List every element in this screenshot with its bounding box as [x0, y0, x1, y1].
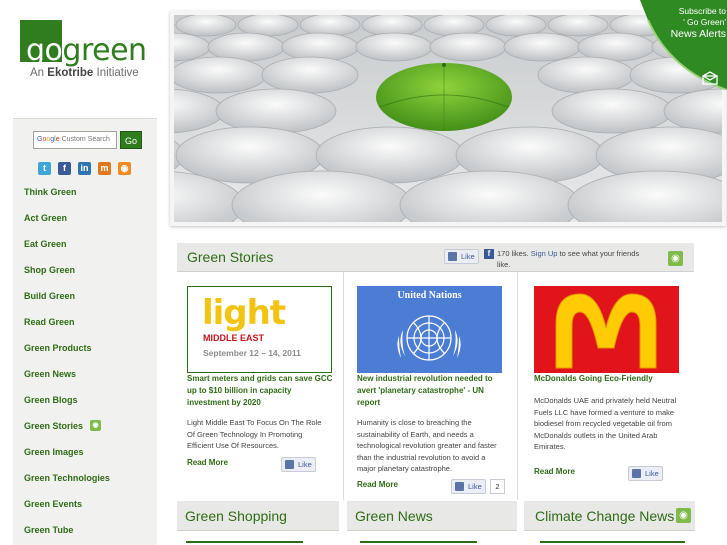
un-emblem-icon	[397, 315, 461, 361]
nav-item-green-images[interactable]: Green Images	[24, 444, 110, 470]
climate-change-news-header: Climate Change News	[524, 501, 695, 531]
story-card: light MIDDLE EAST September 12 – 14, 201…	[187, 275, 337, 500]
nav-item-green-news[interactable]: Green News	[24, 366, 110, 392]
white-umbrella	[429, 32, 507, 62]
facebook-likes-text: 170 likes. Sign Up to see what your frie…	[497, 249, 640, 269]
white-umbrella	[551, 88, 673, 134]
green-news-header: Green News	[347, 501, 517, 531]
story-image-mcdonalds[interactable]	[534, 286, 679, 373]
nav-item-green-stories[interactable]: Green Stories ◉	[24, 418, 110, 444]
white-umbrella	[215, 88, 337, 134]
nav-item-think-green[interactable]: Think Green	[24, 184, 110, 210]
facebook-icon: f	[484, 249, 494, 259]
mcdonalds-arches-logo	[555, 293, 657, 369]
nav-item-green-products[interactable]: Green Products	[24, 340, 110, 366]
nav-item-build-green[interactable]: Build Green	[24, 288, 110, 314]
facebook-like-button[interactable]: Like	[451, 479, 486, 494]
white-umbrella	[174, 56, 267, 94]
white-umbrella	[281, 32, 359, 62]
facebook-like-button[interactable]: Like	[444, 249, 479, 264]
green-shopping-title[interactable]: Green Shopping	[185, 508, 287, 524]
facebook-like-button[interactable]: Like	[628, 466, 663, 481]
white-umbrella	[355, 32, 433, 62]
mail-icon[interactable]	[702, 71, 718, 85]
logo-tagline: An Ekotribe Initiative	[30, 67, 139, 79]
green-umbrella	[376, 63, 512, 131]
climate-change-news-title[interactable]: Climate Change News	[535, 508, 674, 524]
story-summary: McDonalds UAE and privately held Neutral…	[534, 396, 677, 451]
rss-icon[interactable]: ◉	[668, 251, 683, 266]
read-more-link[interactable]: Read More	[534, 467, 575, 476]
facebook-icon[interactable]: f	[58, 162, 71, 175]
facebook-like-button[interactable]: Like	[281, 457, 316, 472]
nav-item-green-events[interactable]: Green Events	[24, 496, 110, 522]
page: gogreen An Ekotribe Initiative Google Cu…	[0, 0, 727, 545]
white-umbrella	[503, 32, 581, 62]
logo-wordmark: gogreen	[26, 33, 147, 68]
nav-item-green-technologies[interactable]: Green Technologies	[24, 470, 110, 496]
search-go-button[interactable]: Go	[120, 131, 142, 149]
green-shopping-header: Green Shopping	[177, 501, 339, 531]
story-title[interactable]: McDonalds Going Eco-Friendly	[534, 373, 679, 385]
white-umbrella	[175, 15, 237, 37]
twitter-icon[interactable]: t	[38, 162, 51, 175]
read-more-link[interactable]: Read More	[187, 458, 228, 467]
read-more-link[interactable]: Read More	[357, 480, 398, 489]
gogreen-logo[interactable]: gogreen An Ekotribe Initiative	[20, 20, 160, 90]
story-image-light-middle-east[interactable]: light MIDDLE EAST September 12 – 14, 201…	[187, 286, 332, 373]
nav-item-green-tube[interactable]: Green Tube	[24, 522, 110, 545]
story-title[interactable]: Smart meters and grids can save GCC up t…	[187, 373, 335, 409]
tab-content-edge	[186, 541, 303, 545]
facebook-signup-link[interactable]: Sign Up	[531, 249, 558, 258]
white-umbrella	[537, 56, 635, 94]
green-stories-title[interactable]: Green Stories	[187, 249, 273, 265]
story-summary: Humanity is close to breaching the susta…	[357, 418, 497, 473]
green-news-title[interactable]: Green News	[355, 508, 433, 524]
myspace-icon[interactable]: m	[98, 162, 111, 175]
search-input[interactable]: Google Custom Search	[33, 131, 117, 149]
nav-item-shop-green[interactable]: Shop Green	[24, 262, 110, 288]
social-icons: t f in m ◉	[38, 162, 131, 176]
sidebar: Google Custom Search Go t f in m ◉ Think…	[13, 118, 157, 545]
story-card: United Nations New industrial revolution…	[357, 275, 507, 500]
rss-icon[interactable]: ◉	[676, 508, 691, 523]
story-title[interactable]: New industrial revolution needed to aver…	[357, 373, 499, 409]
sidebar-nav: Think Green Act Green Eat Green Shop Gre…	[24, 184, 110, 545]
linkedin-icon[interactable]: in	[78, 162, 91, 175]
story-card: McDonalds Going Eco-Friendly McDonalds U…	[534, 275, 684, 500]
nav-item-eat-green[interactable]: Eat Green	[24, 236, 110, 262]
nav-item-act-green[interactable]: Act Green	[24, 210, 110, 236]
like-count: 2	[490, 479, 505, 494]
tab-content-edge	[540, 541, 685, 545]
rss-icon[interactable]: ◉	[118, 162, 131, 175]
story-image-united-nations[interactable]: United Nations	[357, 286, 502, 373]
rss-icon[interactable]: ◉	[90, 420, 102, 431]
card-divider	[517, 272, 518, 500]
tab-content-edge	[360, 541, 477, 545]
card-divider	[343, 272, 344, 500]
white-umbrella	[261, 56, 359, 94]
search-placeholder: Custom Search	[61, 136, 110, 143]
nav-item-green-blogs[interactable]: Green Blogs	[24, 392, 110, 418]
subscribe-text: Subscribe to ' Go Green' News Alerts	[670, 6, 726, 40]
nav-item-read-green[interactable]: Read Green	[24, 314, 110, 340]
story-summary: Light Middle East To Focus On The Role O…	[187, 418, 322, 450]
white-umbrella	[547, 15, 609, 37]
white-umbrella	[299, 15, 361, 37]
